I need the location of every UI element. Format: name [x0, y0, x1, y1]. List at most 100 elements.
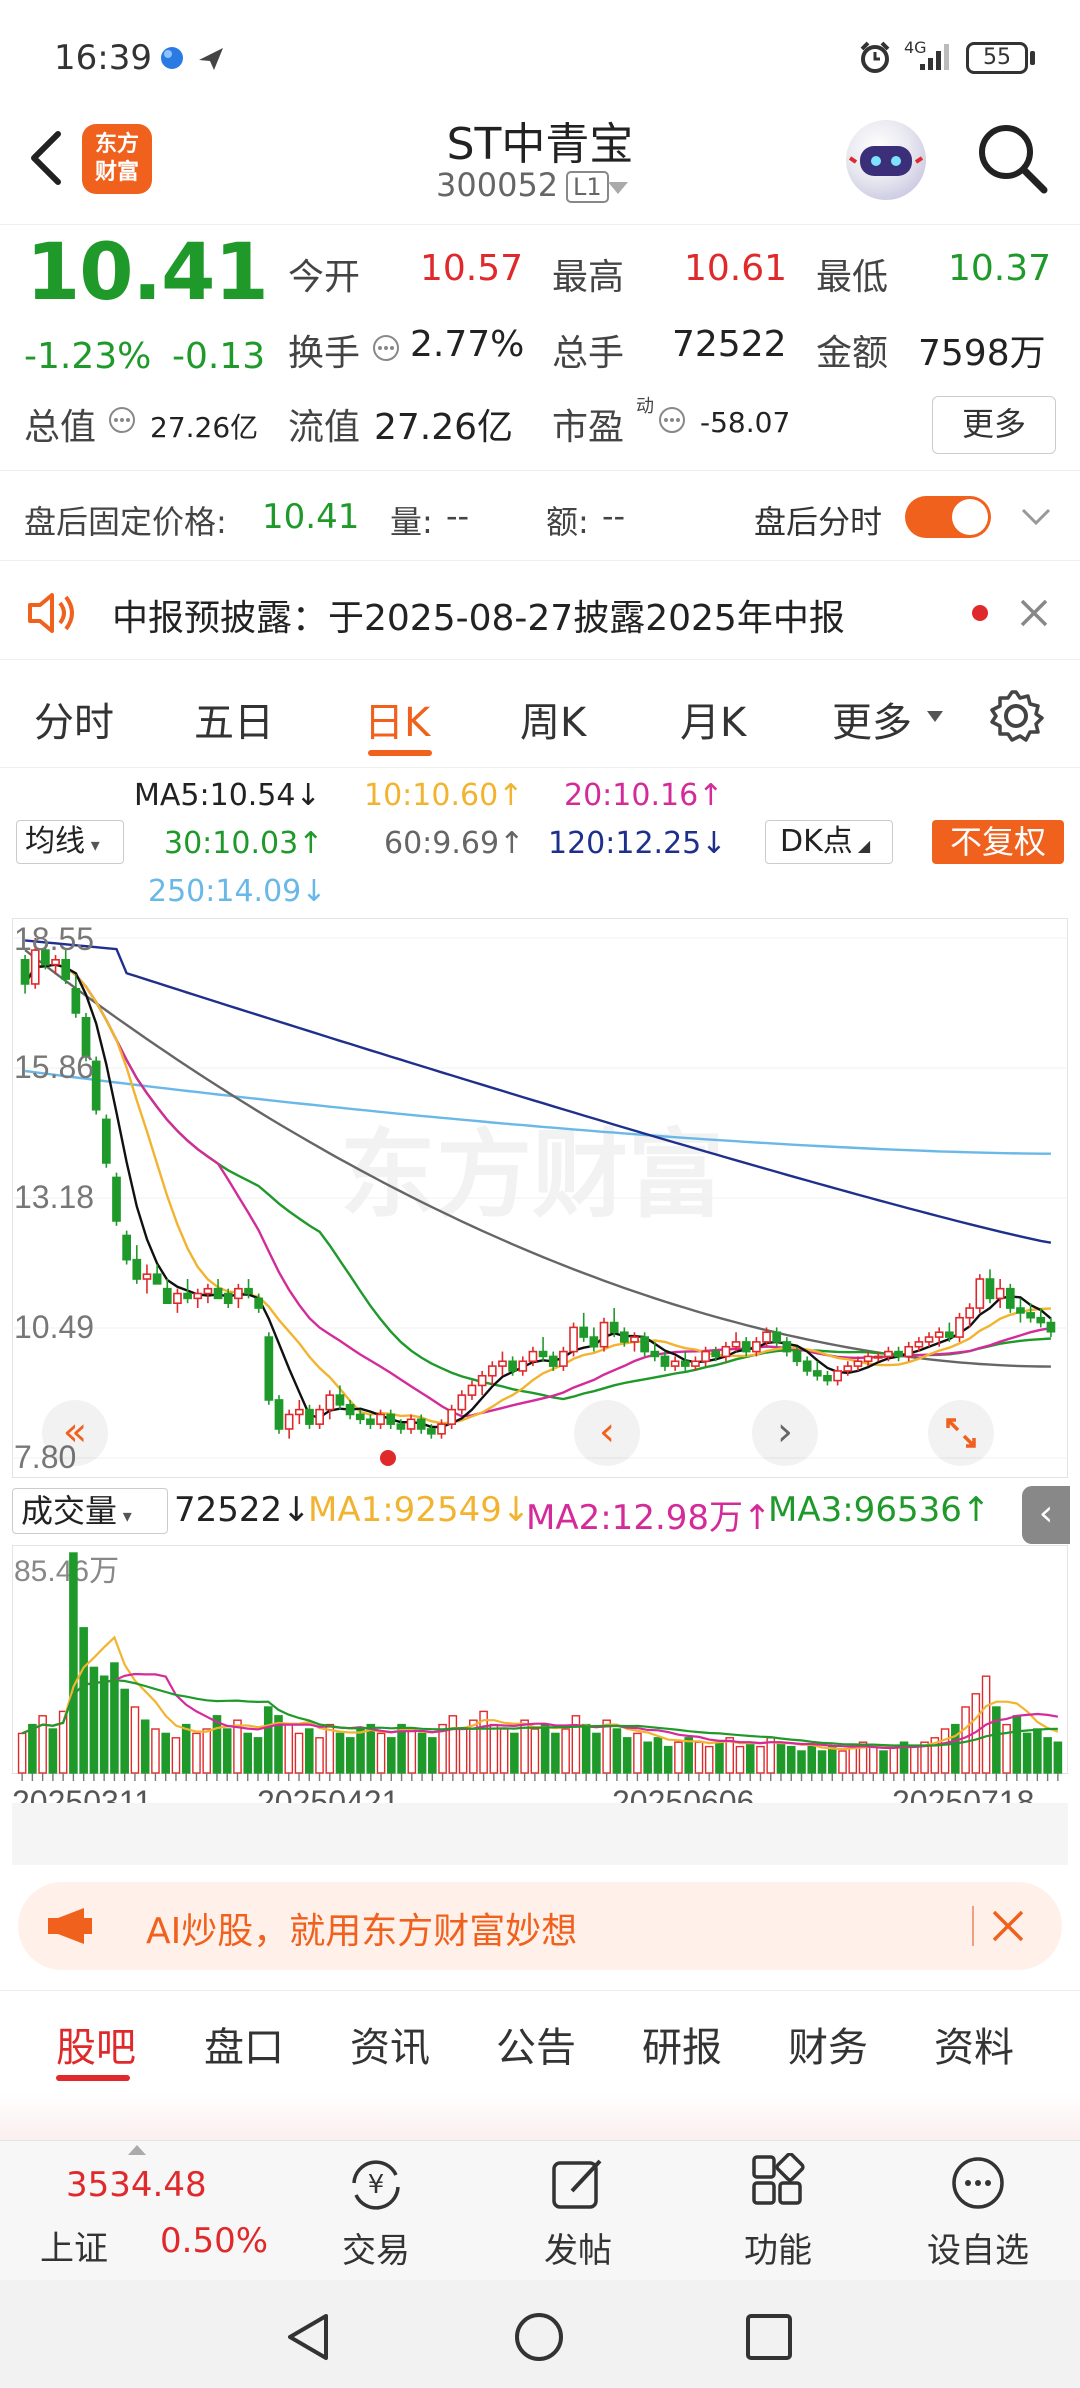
quote-panel: 10.41 -1.23% -0.13 今开 10.57 最高 10.61 最低 …	[0, 226, 1080, 466]
candle	[975, 1274, 985, 1313]
volume-ma3: MA3:96536↑	[768, 1490, 991, 1530]
notice-bar[interactable]: 中报预披露：于2025-08-27披露2025年中报	[0, 560, 1080, 660]
volume-chart[interactable]: 85.46万 20250311 20250421 20250606 20250718	[12, 1545, 1068, 1865]
fullscreen-icon[interactable]	[928, 1400, 994, 1466]
tab-weekly-k[interactable]: 周K	[520, 690, 586, 748]
grid-icon	[752, 2153, 805, 2205]
nav-functions[interactable]: 功能	[708, 2153, 848, 2272]
edit-icon	[552, 2159, 602, 2209]
jump-start-icon[interactable]: «	[42, 1400, 108, 1466]
volume-bar	[633, 1732, 642, 1774]
volume-footer	[12, 1803, 1068, 1865]
info-icon[interactable]	[108, 406, 136, 434]
turnover-label: 换手	[288, 333, 361, 374]
close-icon[interactable]	[1018, 597, 1050, 629]
tab-finance[interactable]: 财务	[788, 2015, 868, 2073]
tab-daily-k[interactable]: 日K	[364, 690, 430, 748]
active-tab-indicator	[56, 2075, 130, 2081]
tab-guba[interactable]: 股吧	[56, 2015, 136, 2073]
system-back-icon[interactable]	[282, 2310, 336, 2364]
low-label: 最低	[816, 257, 889, 298]
nav-add-watchlist[interactable]: 设自选	[908, 2153, 1048, 2272]
pe-superscript: 动	[636, 396, 654, 417]
ma5-label: MA5:10.54↓	[134, 778, 321, 813]
ma120-label: 120:12.25↓	[548, 826, 727, 861]
y-tick-label: 15.86	[14, 1049, 94, 1085]
volume-bar	[694, 1741, 704, 1774]
index-name[interactable]: 上证	[40, 2221, 108, 2270]
adjustment-button[interactable]: 不复权	[932, 820, 1064, 864]
ai-assistant-avatar[interactable]	[846, 120, 926, 200]
volume-indicator-selector[interactable]: 成交量 ▾	[12, 1488, 168, 1534]
send-icon	[199, 48, 223, 70]
volume-bar	[130, 1706, 140, 1774]
tab-more[interactable]: 更多	[832, 690, 912, 748]
volume-bar	[951, 1723, 960, 1774]
settings-gear-icon[interactable]	[988, 688, 1044, 744]
nav-post[interactable]: 发帖	[508, 2153, 648, 2272]
volume-bar	[222, 1728, 232, 1774]
tab-announcements[interactable]: 公告	[496, 2015, 576, 2073]
volume-bar	[510, 1732, 519, 1774]
after-hours-vol: --	[446, 497, 470, 535]
candle	[1005, 1283, 1015, 1313]
volume-bar	[345, 1737, 355, 1774]
status-bar: 16:39 4G 55	[0, 0, 1080, 110]
amount-value: 7598万	[918, 333, 1046, 374]
more-button[interactable]: 更多	[932, 396, 1056, 454]
system-recents-icon[interactable]	[744, 2312, 794, 2362]
tab-monthly-k[interactable]: 月K	[680, 690, 746, 748]
ai-promo-banner[interactable]: AI炒股，就用东方财富妙想	[18, 1882, 1062, 1970]
tab-five-day[interactable]: 五日	[194, 690, 274, 748]
volume-bar	[1053, 1741, 1063, 1774]
volume-bar	[69, 1552, 78, 1774]
tab-pankou[interactable]: 盘口	[204, 2015, 284, 2073]
chevron-down-icon[interactable]	[606, 180, 630, 196]
volume-bar	[140, 1719, 150, 1774]
expand-up-icon[interactable]	[128, 2145, 146, 2155]
info-icon[interactable]	[658, 406, 686, 434]
after-hours-row: 盘后固定价格: 10.41 量: -- 额: -- 盘后分时	[0, 470, 1080, 550]
volume-bar	[674, 1741, 683, 1774]
search-icon[interactable]	[976, 122, 1048, 194]
volume-bar	[889, 1745, 899, 1774]
after-hours-price: 10.41	[262, 497, 360, 537]
volume-bar	[838, 1750, 847, 1774]
volume-bar	[1033, 1728, 1042, 1774]
nav-trade[interactable]: ¥ 交易	[306, 2153, 446, 2272]
index-pct[interactable]: 0.50%	[160, 2221, 268, 2261]
pe-value: -58.07	[700, 406, 791, 439]
volume-bar	[776, 1741, 786, 1774]
close-icon[interactable]	[990, 1908, 1026, 1944]
volume-bar	[192, 1732, 201, 1774]
indicator-selector[interactable]: 均线 ▾	[16, 820, 124, 864]
tab-intraday[interactable]: 分时	[34, 690, 114, 748]
tab-research[interactable]: 研报	[642, 2015, 722, 2073]
after-hours-vol-label: 量:	[390, 503, 433, 541]
open-value: 10.57	[420, 248, 524, 289]
tab-profile[interactable]: 资料	[934, 2015, 1014, 2073]
after-hours-toggle[interactable]	[905, 496, 991, 538]
tab-news[interactable]: 资讯	[350, 2015, 430, 2073]
volume-bar	[161, 1732, 170, 1774]
svg-text:¥: ¥	[368, 2170, 385, 2200]
collapse-panel-icon[interactable]: ‹	[1022, 1486, 1070, 1544]
scroll-left-icon[interactable]: ‹	[574, 1400, 640, 1466]
dk-point-button[interactable]: DK点 ◢	[765, 820, 893, 864]
system-home-icon[interactable]	[512, 2310, 566, 2364]
ma10-label: 10:10.60↑	[364, 778, 524, 813]
kline-chart[interactable]: 东方财富 18.5515.8613.1810.497.80	[12, 918, 1068, 1478]
ma-legend: MA5:10.54↓ 10:10.60↑ 20:10.16↑ 30:10.03↑…	[0, 770, 1080, 910]
index-value[interactable]: 3534.48	[66, 2165, 207, 2205]
volume-bar	[622, 1737, 632, 1774]
chevron-down-icon[interactable]	[1020, 507, 1052, 527]
volume-bar	[940, 1728, 950, 1774]
y-tick-label: 13.18	[14, 1179, 94, 1215]
volume-bar	[356, 1728, 365, 1774]
float-label: 流值	[288, 407, 361, 448]
scroll-right-icon[interactable]: ›	[752, 1400, 818, 1466]
volume-bar	[120, 1688, 129, 1774]
info-icon[interactable]	[372, 334, 400, 362]
volume-bar	[581, 1723, 591, 1774]
volume-bar	[325, 1723, 335, 1774]
